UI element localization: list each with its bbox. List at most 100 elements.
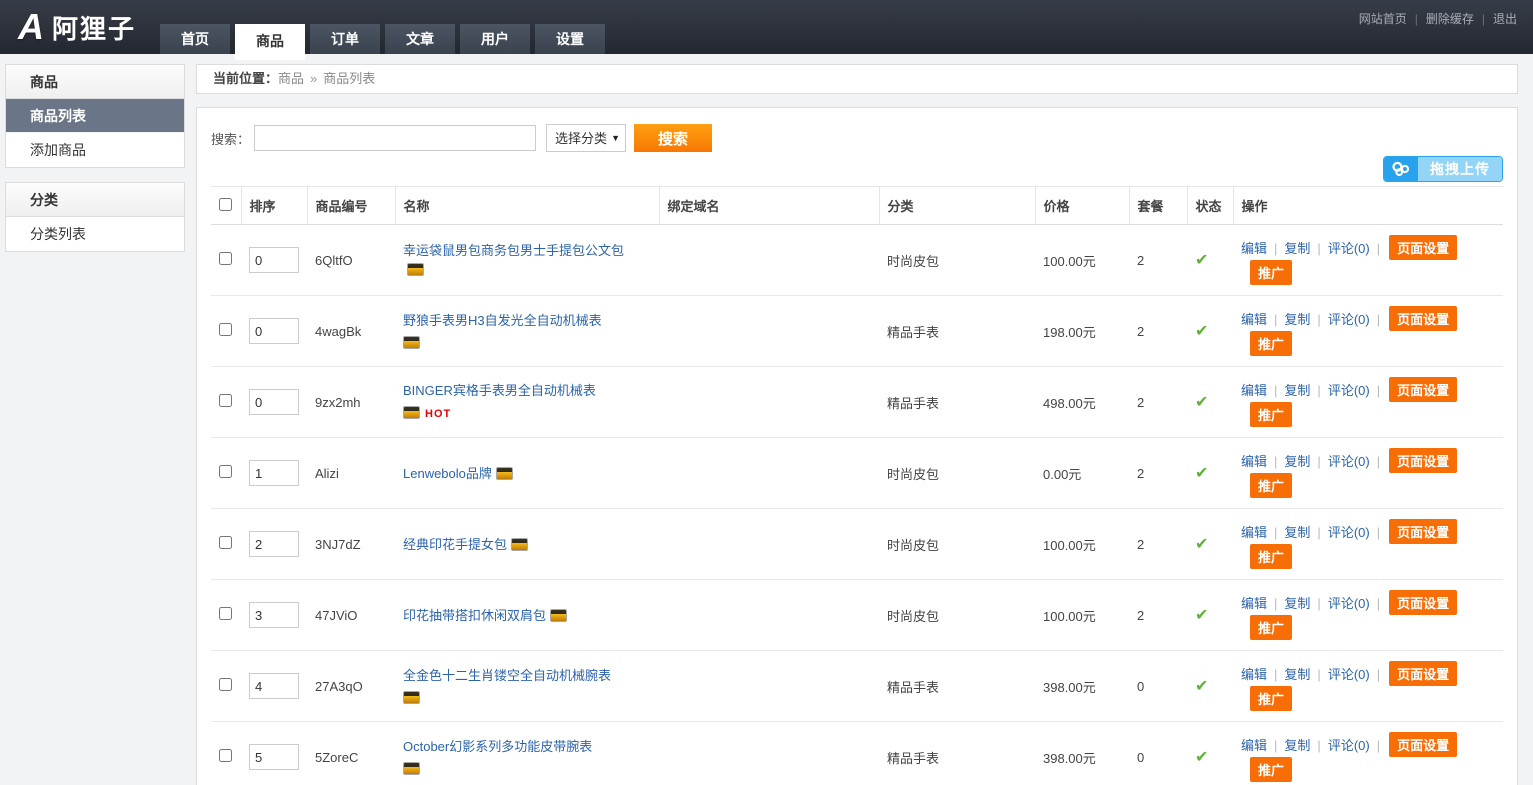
thumbnail-image-icon bbox=[403, 691, 420, 704]
promote-button[interactable]: 推广 bbox=[1250, 473, 1292, 498]
promote-button[interactable]: 推广 bbox=[1250, 686, 1292, 711]
select-all-checkbox[interactable] bbox=[219, 198, 232, 211]
promote-button[interactable]: 推广 bbox=[1250, 402, 1292, 427]
product-name-link[interactable]: Lenwebolo品牌 bbox=[403, 466, 492, 481]
sort-input[interactable] bbox=[249, 602, 299, 628]
product-price: 100.00元 bbox=[1043, 609, 1096, 624]
nav-tab-文章[interactable]: 文章 bbox=[385, 24, 455, 54]
sidebar-item-分类列表[interactable]: 分类列表 bbox=[6, 217, 184, 251]
comments-link[interactable]: 评论(0) bbox=[1328, 312, 1370, 327]
col-header-code: 商品编号 bbox=[316, 199, 368, 214]
copy-link[interactable]: 复制 bbox=[1284, 241, 1310, 256]
sidebar-item-添加商品[interactable]: 添加商品 bbox=[6, 133, 184, 167]
cloud-icon bbox=[1384, 157, 1418, 181]
row-checkbox[interactable] bbox=[219, 607, 232, 620]
edit-link[interactable]: 编辑 bbox=[1241, 525, 1267, 540]
sort-input[interactable] bbox=[249, 744, 299, 770]
page-setup-button[interactable]: 页面设置 bbox=[1389, 590, 1457, 615]
search-button[interactable]: 搜索 bbox=[634, 124, 712, 152]
product-name-link[interactable]: 印花抽带搭扣休闲双肩包 bbox=[403, 608, 546, 623]
product-price: 398.00元 bbox=[1043, 751, 1096, 766]
drag-upload-button[interactable]: 拖拽上传 bbox=[1383, 156, 1503, 182]
nav-tab-商品[interactable]: 商品 bbox=[235, 24, 305, 60]
comments-link[interactable]: 评论(0) bbox=[1328, 383, 1370, 398]
separator: | bbox=[1274, 241, 1277, 256]
product-name-link[interactable]: BINGER宾格手表男全自动机械表 bbox=[403, 383, 596, 398]
top-link[interactable]: 删除缓存 bbox=[1426, 12, 1474, 26]
product-name-link[interactable]: 经典印花手提女包 bbox=[403, 537, 507, 552]
promote-button[interactable]: 推广 bbox=[1250, 331, 1292, 356]
page-setup-button[interactable]: 页面设置 bbox=[1389, 306, 1457, 331]
page-setup-button[interactable]: 页面设置 bbox=[1389, 377, 1457, 402]
breadcrumb-separator: » bbox=[310, 71, 317, 86]
separator: | bbox=[1274, 383, 1277, 398]
copy-link[interactable]: 复制 bbox=[1284, 738, 1310, 753]
nav-tab-设置[interactable]: 设置 bbox=[535, 24, 605, 54]
comments-link[interactable]: 评论(0) bbox=[1328, 596, 1370, 611]
promote-button[interactable]: 推广 bbox=[1250, 544, 1292, 569]
row-checkbox[interactable] bbox=[219, 394, 232, 407]
top-link[interactable]: 退出 bbox=[1493, 12, 1517, 26]
comments-link[interactable]: 评论(0) bbox=[1328, 667, 1370, 682]
product-name-link[interactable]: 全金色十二生肖镂空全自动机械腕表 bbox=[403, 668, 611, 683]
nav-tab-用户[interactable]: 用户 bbox=[460, 24, 530, 54]
copy-link[interactable]: 复制 bbox=[1284, 312, 1310, 327]
sidebar-item-商品列表[interactable]: 商品列表 bbox=[6, 99, 184, 133]
edit-link[interactable]: 编辑 bbox=[1241, 312, 1267, 327]
sort-input[interactable] bbox=[249, 318, 299, 344]
comments-link[interactable]: 评论(0) bbox=[1328, 525, 1370, 540]
edit-link[interactable]: 编辑 bbox=[1241, 596, 1267, 611]
copy-link[interactable]: 复制 bbox=[1284, 454, 1310, 469]
comments-link[interactable]: 评论(0) bbox=[1328, 454, 1370, 469]
product-name-link[interactable]: 幸运袋鼠男包商务包男士手提包公文包 bbox=[403, 243, 624, 258]
comments-link[interactable]: 评论(0) bbox=[1328, 241, 1370, 256]
copy-link[interactable]: 复制 bbox=[1284, 667, 1310, 682]
comments-link[interactable]: 评论(0) bbox=[1328, 738, 1370, 753]
col-header-name: 名称 bbox=[404, 199, 430, 214]
search-label: 搜索： bbox=[211, 129, 250, 148]
edit-link[interactable]: 编辑 bbox=[1241, 667, 1267, 682]
row-checkbox[interactable] bbox=[219, 465, 232, 478]
page-setup-button[interactable]: 页面设置 bbox=[1389, 732, 1457, 757]
nav-tab-订单[interactable]: 订单 bbox=[310, 24, 380, 54]
promote-button[interactable]: 推广 bbox=[1250, 615, 1292, 640]
sort-input[interactable] bbox=[249, 389, 299, 415]
product-price: 198.00元 bbox=[1043, 325, 1096, 340]
row-checkbox[interactable] bbox=[219, 749, 232, 762]
copy-link[interactable]: 复制 bbox=[1284, 383, 1310, 398]
row-checkbox[interactable] bbox=[219, 678, 232, 691]
page-setup-button[interactable]: 页面设置 bbox=[1389, 448, 1457, 473]
search-input[interactable] bbox=[254, 125, 536, 151]
top-links: 网站首页|删除缓存|退出 bbox=[1359, 10, 1517, 27]
edit-link[interactable]: 编辑 bbox=[1241, 454, 1267, 469]
product-package: 2 bbox=[1137, 608, 1144, 623]
nav-tab-首页[interactable]: 首页 bbox=[160, 24, 230, 54]
page-setup-button[interactable]: 页面设置 bbox=[1389, 661, 1457, 686]
status-ok-icon: ✔ bbox=[1195, 607, 1208, 624]
row-checkbox[interactable] bbox=[219, 536, 232, 549]
row-checkbox[interactable] bbox=[219, 323, 232, 336]
separator: | bbox=[1377, 241, 1380, 256]
product-name-link[interactable]: 野狼手表男H3自发光全自动机械表 bbox=[403, 313, 602, 328]
status-ok-icon: ✔ bbox=[1195, 252, 1208, 269]
copy-link[interactable]: 复制 bbox=[1284, 525, 1310, 540]
page-setup-button[interactable]: 页面设置 bbox=[1389, 519, 1457, 544]
row-checkbox[interactable] bbox=[219, 252, 232, 265]
separator: | bbox=[1482, 12, 1485, 26]
promote-button[interactable]: 推广 bbox=[1250, 757, 1292, 782]
edit-link[interactable]: 编辑 bbox=[1241, 383, 1267, 398]
thumbnail-image-icon bbox=[511, 538, 528, 551]
promote-button[interactable]: 推广 bbox=[1250, 260, 1292, 285]
edit-link[interactable]: 编辑 bbox=[1241, 241, 1267, 256]
breadcrumb-parent[interactable]: 商品 bbox=[278, 71, 304, 86]
page-setup-button[interactable]: 页面设置 bbox=[1389, 235, 1457, 260]
sort-input[interactable] bbox=[249, 531, 299, 557]
sort-input[interactable] bbox=[249, 460, 299, 486]
category-select[interactable]: 选择分类 bbox=[546, 124, 626, 152]
sort-input[interactable] bbox=[249, 247, 299, 273]
product-name-link[interactable]: October幻影系列多功能皮带腕表 bbox=[403, 739, 592, 754]
sort-input[interactable] bbox=[249, 673, 299, 699]
edit-link[interactable]: 编辑 bbox=[1241, 738, 1267, 753]
top-link[interactable]: 网站首页 bbox=[1359, 12, 1407, 26]
copy-link[interactable]: 复制 bbox=[1284, 596, 1310, 611]
